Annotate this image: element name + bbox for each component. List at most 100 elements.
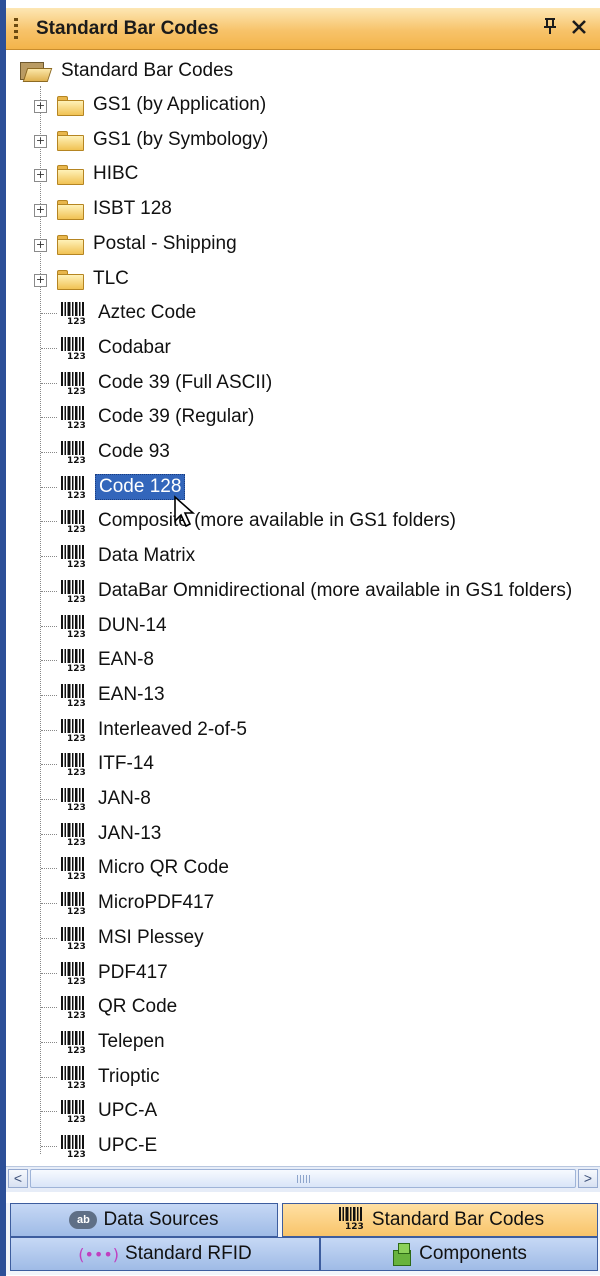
svg-text:123: 123 bbox=[67, 560, 86, 568]
svg-text:123: 123 bbox=[67, 491, 86, 499]
tree-connector bbox=[41, 1041, 57, 1043]
tree-barcode-item[interactable]: 123 Code 39 (Full ASCII) bbox=[58, 368, 275, 398]
svg-text:123: 123 bbox=[67, 630, 86, 638]
tree-barcode-item[interactable]: 123 UPC-E bbox=[58, 1131, 160, 1161]
tree-folder-item[interactable]: GS1 (by Symbology) bbox=[56, 125, 271, 155]
tree-root-label: Standard Bar Codes bbox=[61, 60, 234, 81]
expand-toggle-icon[interactable]: + bbox=[34, 100, 47, 113]
tree-connector bbox=[41, 729, 57, 731]
tree-barcode-item[interactable]: 123 Code 128 bbox=[58, 472, 186, 502]
tree-barcode-item[interactable]: 123 Code 39 (Regular) bbox=[58, 402, 257, 432]
tree-connector bbox=[41, 486, 57, 488]
tree-folder-item[interactable]: ISBT 128 bbox=[56, 194, 175, 224]
tree-folder-item[interactable]: GS1 (by Application) bbox=[56, 90, 269, 120]
tree-connector bbox=[41, 521, 57, 523]
tree-barcode-item[interactable]: 123 JAN-13 bbox=[58, 819, 164, 849]
expand-toggle-icon[interactable]: + bbox=[34, 238, 47, 252]
tree-barcode-item[interactable]: 123 Interleaved 2-of-5 bbox=[58, 715, 250, 745]
tree-barcode-label: QR Code bbox=[98, 996, 178, 1018]
svg-text:123: 123 bbox=[67, 525, 86, 533]
tree-barcode-item[interactable]: 123 MicroPDF417 bbox=[58, 888, 217, 918]
tree-barcode-item[interactable]: 123 JAN-8 bbox=[58, 784, 154, 814]
tree-barcode-item[interactable]: 123 Composite (more available in GS1 fold… bbox=[58, 506, 459, 536]
tree-folder-item[interactable]: HIBC bbox=[56, 159, 141, 189]
scroll-left-button[interactable]: < bbox=[8, 1169, 28, 1188]
tab-data-sources[interactable]: ab Data Sources bbox=[10, 1203, 278, 1237]
barcode-icon: 123 bbox=[58, 614, 88, 638]
expand-toggle-icon[interactable]: + bbox=[34, 169, 47, 183]
tree-barcode-item[interactable]: 123 Aztec Code bbox=[58, 298, 199, 328]
barcode-tree[interactable]: Standard Bar Codes + GS1 (by Application)… bbox=[6, 52, 600, 1164]
tree-barcode-item[interactable]: 123 DataBar Omnidirectional (more availab… bbox=[58, 576, 575, 606]
tree-barcode-item[interactable]: 123 Codabar bbox=[58, 333, 174, 363]
tree-folder-item[interactable]: Postal - Shipping bbox=[56, 229, 240, 259]
svg-text:123: 123 bbox=[67, 1046, 86, 1054]
tree-barcode-label: JAN-8 bbox=[98, 788, 151, 809]
tree-barcode-item[interactable]: 123 QR Code bbox=[58, 992, 180, 1022]
svg-text:123: 123 bbox=[67, 595, 86, 603]
tree-barcode-item[interactable]: 123 Code 93 bbox=[58, 437, 173, 467]
tree-connector bbox=[41, 972, 57, 974]
tab-data-sources-label: Data Sources bbox=[103, 1209, 219, 1230]
tab-components[interactable]: Components bbox=[320, 1237, 598, 1271]
tree-barcode-label: PDF417 bbox=[98, 961, 168, 983]
close-icon bbox=[572, 20, 586, 34]
panel-title: Standard Bar Codes bbox=[36, 18, 219, 39]
tree-barcode-item[interactable]: 123 EAN-8 bbox=[58, 645, 157, 675]
tree-folder-label: ISBT 128 bbox=[93, 198, 172, 220]
tab-standard-bar-codes-label: Standard Bar Codes bbox=[371, 1209, 545, 1230]
tree-connector bbox=[41, 452, 57, 453]
expand-toggle-icon[interactable]: + bbox=[34, 204, 47, 218]
svg-text:123: 123 bbox=[67, 1150, 86, 1158]
tree-folder-item[interactable]: TLC bbox=[56, 264, 132, 294]
scroll-right-button[interactable]: > bbox=[578, 1169, 598, 1188]
tree-barcode-item[interactable]: 123 PDF417 bbox=[58, 958, 171, 988]
barcode-icon: 123 bbox=[58, 509, 88, 533]
tree-barcode-label: MicroPDF417 bbox=[98, 892, 215, 914]
tree-barcode-item[interactable]: 123 Trioptic bbox=[58, 1062, 163, 1092]
pin-button[interactable] bbox=[542, 16, 558, 42]
tree-folder-label: TLC bbox=[93, 267, 129, 289]
tree-barcode-item[interactable]: 123 ITF-14 bbox=[58, 749, 157, 779]
svg-text:123: 123 bbox=[67, 942, 86, 950]
folder-icon bbox=[56, 130, 84, 151]
drag-grip-icon[interactable] bbox=[14, 18, 18, 40]
tree-connector bbox=[41, 313, 57, 315]
tree-barcode-item[interactable]: 123 Data Matrix bbox=[58, 541, 198, 571]
thumb-grip-icon bbox=[297, 1175, 311, 1183]
svg-text:123: 123 bbox=[67, 317, 86, 325]
expand-toggle-icon[interactable]: + bbox=[34, 273, 47, 287]
tree-barcode-item[interactable]: 123 EAN-13 bbox=[58, 680, 168, 710]
tree-barcode-label: JAN-13 bbox=[98, 822, 162, 844]
tree-barcode-item[interactable]: 123 Micro QR Code bbox=[58, 853, 232, 883]
panel-title-bar[interactable]: Standard Bar Codes bbox=[6, 8, 600, 50]
tree-root-item[interactable]: Standard Bar Codes bbox=[18, 56, 236, 86]
tree-barcode-label: UPC-E bbox=[98, 1135, 158, 1156]
close-button[interactable] bbox=[571, 16, 587, 42]
barcode-icon: 123 bbox=[58, 683, 88, 707]
tree-barcode-label: Code 39 (Full ASCII) bbox=[98, 371, 273, 393]
tree-barcode-label: Telepen bbox=[98, 1030, 165, 1052]
barcode-icon: 123 bbox=[58, 856, 88, 880]
tree-barcode-item[interactable]: 123 MSI Plessey bbox=[58, 923, 207, 953]
tree-barcode-label: Code 39 (Regular) bbox=[98, 406, 255, 428]
barcode-icon: 123 bbox=[58, 961, 88, 985]
horizontal-scrollbar[interactable]: < > bbox=[6, 1166, 600, 1192]
tree-connector bbox=[41, 937, 57, 939]
expand-toggle-icon[interactable]: + bbox=[34, 134, 47, 148]
tab-standard-rfid-label: Standard RFID bbox=[125, 1243, 252, 1264]
tree-barcode-item[interactable]: 123 UPC-A bbox=[58, 1096, 160, 1126]
scrollbar-thumb[interactable] bbox=[30, 1169, 576, 1188]
tab-components-label: Components bbox=[419, 1243, 527, 1264]
tree-barcode-item[interactable]: 123 Telepen bbox=[58, 1027, 168, 1057]
tree-connector bbox=[41, 764, 57, 766]
tree-connector bbox=[41, 382, 57, 384]
tree-barcode-item[interactable]: 123 DUN-14 bbox=[58, 611, 170, 641]
tab-standard-bar-codes[interactable]: 123 Standard Bar Codes bbox=[282, 1203, 598, 1237]
barcode-icon: 123 bbox=[58, 544, 88, 568]
svg-text:123: 123 bbox=[67, 977, 86, 985]
standard-bar-codes-panel: Standard Bar Codes Standard Bar Codes + G… bbox=[0, 0, 600, 1276]
tab-standard-rfid[interactable]: (•••) Standard RFID bbox=[10, 1237, 320, 1271]
svg-text:123: 123 bbox=[67, 768, 86, 776]
folder-icon bbox=[56, 269, 84, 290]
